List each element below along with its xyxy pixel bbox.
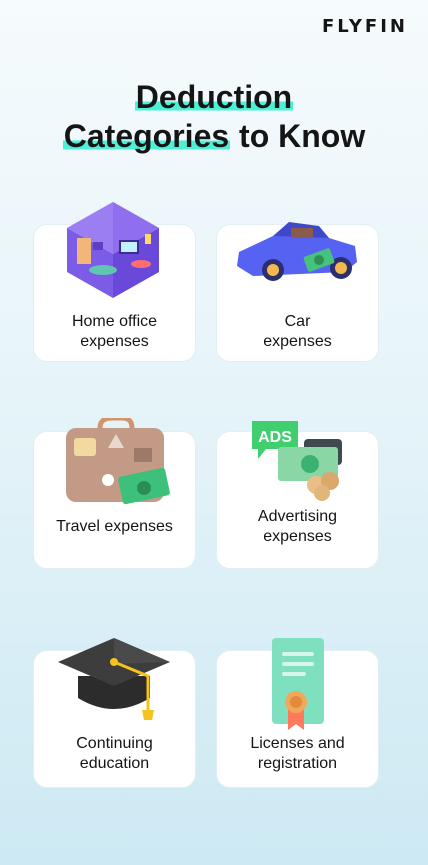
car-icon xyxy=(237,222,357,281)
card-label-education: Continuing education xyxy=(76,735,153,772)
card-label-car: Car expenses xyxy=(263,313,332,350)
page-title: Deduction Categories to Know xyxy=(0,78,428,156)
card-label-travel: Travel expenses xyxy=(56,518,173,535)
title-highlight: Categories xyxy=(62,118,231,154)
graduation-cap-icon xyxy=(58,638,170,720)
certificate-icon xyxy=(272,638,324,730)
suitcase-icon xyxy=(66,418,170,505)
home-office-room-icon xyxy=(67,202,159,298)
card-label-home-office: Home office expenses xyxy=(71,313,158,350)
title-rest: to Know xyxy=(230,118,366,154)
title-line1: Deduction xyxy=(134,79,294,115)
card-label-advertising: Advertising expenses xyxy=(257,508,338,545)
flyfin-logo: FLYFIN xyxy=(321,16,408,37)
ads-money-icon: ADS xyxy=(252,421,342,501)
ads-text: ADS xyxy=(258,429,292,446)
card-label-licenses: Licenses and registration xyxy=(250,735,345,772)
